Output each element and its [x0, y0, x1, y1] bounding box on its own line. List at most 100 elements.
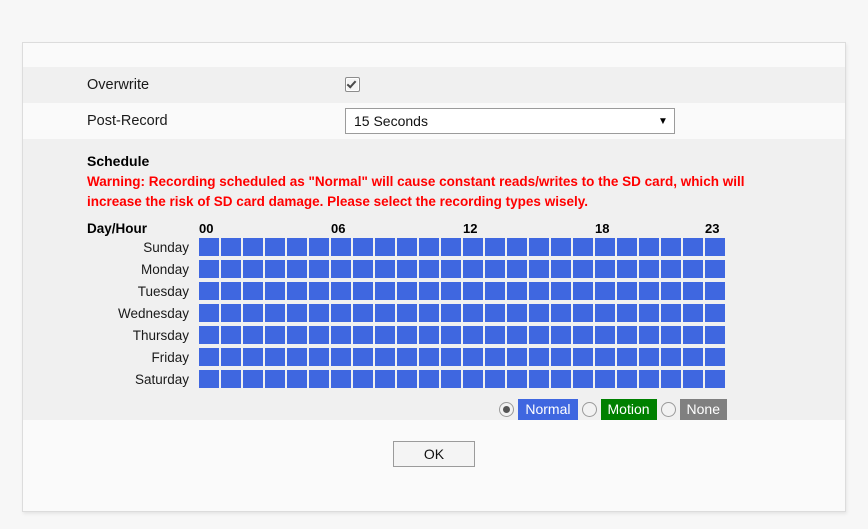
- schedule-cell[interactable]: [265, 260, 285, 278]
- schedule-cell[interactable]: [595, 238, 615, 256]
- schedule-cell[interactable]: [661, 348, 681, 366]
- schedule-cell[interactable]: [705, 348, 725, 366]
- schedule-cell[interactable]: [639, 238, 659, 256]
- schedule-cell[interactable]: [441, 370, 461, 388]
- schedule-cell[interactable]: [375, 260, 395, 278]
- schedule-cell[interactable]: [287, 238, 307, 256]
- schedule-cell[interactable]: [441, 348, 461, 366]
- schedule-cell[interactable]: [463, 260, 483, 278]
- schedule-cell[interactable]: [243, 326, 263, 344]
- schedule-cell[interactable]: [397, 326, 417, 344]
- schedule-cell[interactable]: [441, 326, 461, 344]
- schedule-cell[interactable]: [683, 304, 703, 322]
- schedule-cell[interactable]: [309, 304, 329, 322]
- schedule-cell[interactable]: [221, 238, 241, 256]
- schedule-cell[interactable]: [265, 370, 285, 388]
- schedule-cell[interactable]: [199, 282, 219, 300]
- schedule-cell[interactable]: [199, 348, 219, 366]
- schedule-cell[interactable]: [353, 238, 373, 256]
- schedule-cell[interactable]: [419, 260, 439, 278]
- schedule-cell[interactable]: [551, 348, 571, 366]
- schedule-cell[interactable]: [287, 326, 307, 344]
- schedule-cell[interactable]: [617, 348, 637, 366]
- schedule-cell[interactable]: [331, 326, 351, 344]
- schedule-cell[interactable]: [287, 370, 307, 388]
- schedule-cell[interactable]: [683, 370, 703, 388]
- schedule-cell[interactable]: [683, 348, 703, 366]
- schedule-cell[interactable]: [551, 282, 571, 300]
- schedule-cell[interactable]: [617, 260, 637, 278]
- schedule-cell[interactable]: [243, 348, 263, 366]
- schedule-cell[interactable]: [595, 348, 615, 366]
- legend-swatch-none[interactable]: None: [679, 398, 727, 420]
- schedule-cell[interactable]: [683, 326, 703, 344]
- schedule-cell[interactable]: [529, 282, 549, 300]
- schedule-cell[interactable]: [353, 282, 373, 300]
- schedule-cell[interactable]: [331, 370, 351, 388]
- schedule-cell[interactable]: [287, 304, 307, 322]
- schedule-cell[interactable]: [309, 238, 329, 256]
- schedule-cell[interactable]: [441, 238, 461, 256]
- schedule-cell[interactable]: [331, 238, 351, 256]
- schedule-cell[interactable]: [595, 304, 615, 322]
- overwrite-checkbox[interactable]: [345, 77, 360, 93]
- schedule-cell[interactable]: [463, 370, 483, 388]
- schedule-cell[interactable]: [639, 326, 659, 344]
- schedule-cell[interactable]: [397, 304, 417, 322]
- schedule-cell[interactable]: [507, 282, 527, 300]
- schedule-cell[interactable]: [485, 348, 505, 366]
- schedule-cell[interactable]: [199, 370, 219, 388]
- schedule-cell[interactable]: [639, 282, 659, 300]
- schedule-cell[interactable]: [309, 260, 329, 278]
- schedule-cell[interactable]: [507, 348, 527, 366]
- schedule-cell[interactable]: [683, 238, 703, 256]
- schedule-cell[interactable]: [441, 304, 461, 322]
- schedule-cell[interactable]: [485, 304, 505, 322]
- schedule-cell[interactable]: [221, 326, 241, 344]
- schedule-cell[interactable]: [221, 260, 241, 278]
- schedule-cell[interactable]: [507, 326, 527, 344]
- schedule-cell[interactable]: [287, 282, 307, 300]
- schedule-cell[interactable]: [243, 282, 263, 300]
- ok-button[interactable]: OK: [393, 441, 475, 467]
- schedule-cell[interactable]: [441, 260, 461, 278]
- schedule-cell[interactable]: [309, 348, 329, 366]
- schedule-cell[interactable]: [419, 348, 439, 366]
- schedule-cell[interactable]: [243, 238, 263, 256]
- schedule-cell[interactable]: [199, 238, 219, 256]
- schedule-cell[interactable]: [507, 260, 527, 278]
- schedule-cell[interactable]: [419, 370, 439, 388]
- schedule-cell[interactable]: [507, 304, 527, 322]
- schedule-cell[interactable]: [507, 370, 527, 388]
- schedule-cell[interactable]: [419, 326, 439, 344]
- schedule-cell[interactable]: [243, 370, 263, 388]
- schedule-cell[interactable]: [573, 348, 593, 366]
- schedule-cell[interactable]: [617, 326, 637, 344]
- schedule-cell[interactable]: [397, 348, 417, 366]
- schedule-cell[interactable]: [331, 282, 351, 300]
- schedule-cell[interactable]: [617, 304, 637, 322]
- schedule-cell[interactable]: [375, 326, 395, 344]
- schedule-cell[interactable]: [595, 370, 615, 388]
- schedule-cell[interactable]: [529, 370, 549, 388]
- schedule-cell[interactable]: [353, 370, 373, 388]
- schedule-cell[interactable]: [375, 238, 395, 256]
- schedule-cell[interactable]: [551, 238, 571, 256]
- schedule-cell[interactable]: [661, 260, 681, 278]
- schedule-cell[interactable]: [331, 260, 351, 278]
- schedule-cell[interactable]: [463, 282, 483, 300]
- schedule-cell[interactable]: [353, 348, 373, 366]
- schedule-cell[interactable]: [661, 304, 681, 322]
- schedule-cell[interactable]: [705, 260, 725, 278]
- schedule-cell[interactable]: [573, 304, 593, 322]
- schedule-cell[interactable]: [441, 282, 461, 300]
- schedule-cell[interactable]: [221, 282, 241, 300]
- schedule-cell[interactable]: [573, 260, 593, 278]
- schedule-cell[interactable]: [617, 238, 637, 256]
- schedule-cell[interactable]: [353, 304, 373, 322]
- schedule-cell[interactable]: [551, 326, 571, 344]
- schedule-cell[interactable]: [573, 282, 593, 300]
- schedule-cell[interactable]: [639, 304, 659, 322]
- schedule-cell[interactable]: [265, 304, 285, 322]
- schedule-cell[interactable]: [375, 348, 395, 366]
